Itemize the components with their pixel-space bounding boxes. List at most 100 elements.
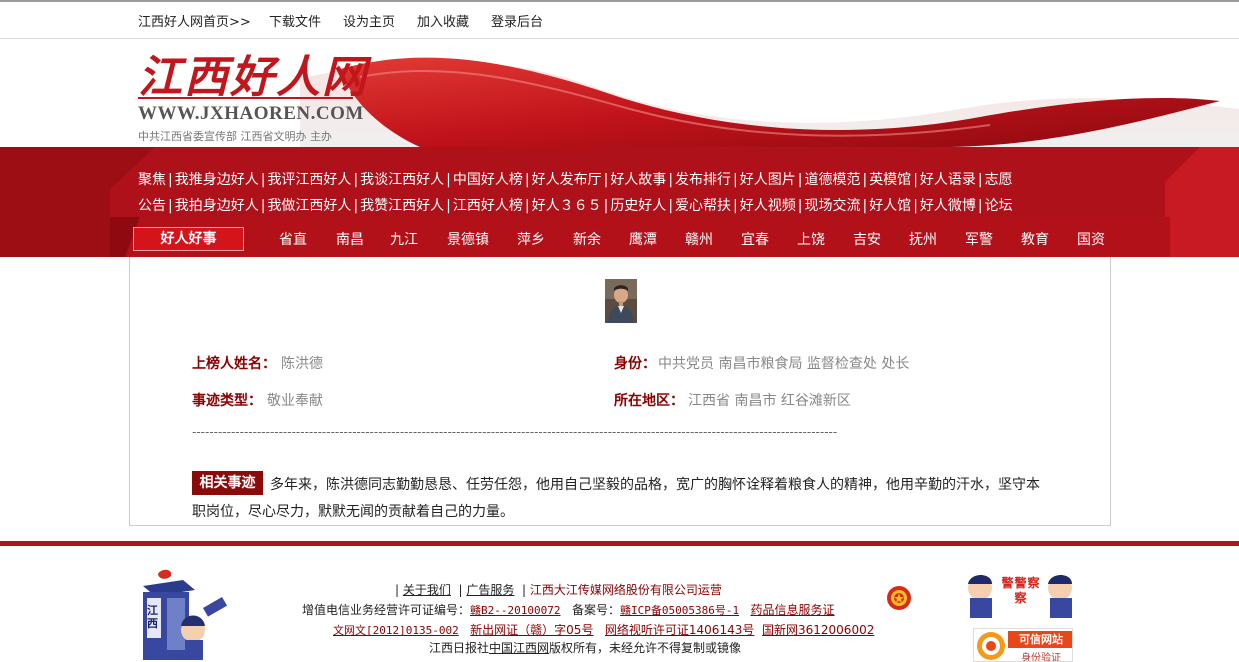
region-section-title: 好人好事 xyxy=(133,227,244,251)
region-label: 所在地区： xyxy=(614,393,684,409)
nav-separator: | xyxy=(446,198,451,214)
region-link[interactable]: 景德镇 xyxy=(447,229,489,249)
trusted-site-sub: 身份验证 xyxy=(1021,653,1061,662)
license-row-2: 文网文[2012]0135-002 新出网证（赣）字05号 网络视听许可证140… xyxy=(333,621,874,638)
nav-link[interactable]: 好人微博 xyxy=(920,198,976,214)
nav-link[interactable]: 好人馆 xyxy=(869,198,911,214)
nav-link[interactable]: 好人语录 xyxy=(920,172,976,188)
nav-link[interactable]: 我谈江西好人 xyxy=(360,172,444,188)
site-logo[interactable]: 江西好人网 xyxy=(138,41,368,105)
nav-link[interactable]: 江西好人榜 xyxy=(453,198,523,214)
admin-login-link[interactable]: 登录后台 xyxy=(491,11,543,30)
top-bar: 江西好人网首页>> 下载文件 设为主页 加入收藏 登录后台 xyxy=(0,0,1239,39)
site-footer: 江西 | 关于我们 | 广告服务 | 江西大江传媒网络股份有限公司运营 增值电信… xyxy=(0,546,1239,662)
nav-link[interactable]: 论坛 xyxy=(985,198,1013,214)
region-link[interactable]: 萍乡 xyxy=(517,229,545,249)
nav-link[interactable]: 我赞江西好人 xyxy=(360,198,444,214)
download-link[interactable]: 下载文件 xyxy=(269,11,321,30)
nav-link[interactable]: 英模馆 xyxy=(869,172,911,188)
telecom-license-link[interactable]: 赣B2--20100072 xyxy=(470,604,560,617)
nav-separator: | xyxy=(668,198,674,214)
emblem-icon[interactable] xyxy=(886,584,912,612)
license-row: 增值电信业务经营许可证编号：赣B2--20100072 备案号：赣ICP备050… xyxy=(302,601,835,618)
region-link[interactable]: 教育 xyxy=(1021,229,1049,249)
identity-label: 身份： xyxy=(614,356,656,372)
news-license-link[interactable]: 新出网证（赣）字05号 xyxy=(470,623,593,637)
region-link[interactable]: 九江 xyxy=(390,229,418,249)
person-name: 陈洪德 xyxy=(281,356,323,372)
trusted-site-badge[interactable]: 可信网站 身份验证 xyxy=(973,628,1073,662)
region-link[interactable]: 宜春 xyxy=(741,229,769,249)
home-link[interactable]: 江西好人网首页>> xyxy=(138,11,251,30)
region-link[interactable]: 上饶 xyxy=(797,229,825,249)
nav-link[interactable]: 好人图片 xyxy=(740,172,796,188)
nav-link[interactable]: 爱心帮扶 xyxy=(675,198,731,214)
region-link[interactable]: 省直 xyxy=(279,229,307,249)
av-license-link[interactable]: 网络视听许可证1406143号 xyxy=(605,623,754,637)
region-link[interactable]: 鹰潭 xyxy=(629,229,657,249)
nav-link[interactable]: 道德模范 xyxy=(804,172,860,188)
police-box-label: 江西 xyxy=(147,604,158,630)
nav-link[interactable]: 发布排行 xyxy=(675,172,731,188)
nav-link[interactable]: 我评江西好人 xyxy=(267,172,351,188)
nav-link[interactable]: 我做江西好人 xyxy=(267,198,351,214)
nav-link[interactable]: 好人发布厅 xyxy=(532,172,602,188)
nav-link[interactable]: 好人３６５ xyxy=(532,198,602,214)
nav-link[interactable]: 好人故事 xyxy=(610,172,666,188)
trusted-site-title: 可信网站 xyxy=(1008,631,1072,648)
nav-separator: | xyxy=(353,172,359,188)
region-link[interactable]: 新余 xyxy=(573,229,601,249)
nav-link[interactable]: 志愿 xyxy=(985,172,1013,188)
trusted-site-icon xyxy=(977,632,1005,660)
icp-record-link[interactable]: 赣ICP备05005386号-1 xyxy=(620,604,739,617)
nav-row-1: 聚焦 | 我推身边好人 | 我评江西好人 | 我谈江西好人 | 中国好人榜 | 好人发布厅 | 好人故事… xyxy=(138,169,1013,189)
gov-license-link[interactable]: 国新网3612006002 xyxy=(762,623,874,637)
about-us-link[interactable]: 关于我们 xyxy=(403,583,451,597)
nav-separator: | xyxy=(913,198,918,214)
region-link[interactable]: 国资 xyxy=(1077,229,1105,249)
nav-separator: | xyxy=(862,198,868,214)
logo-divider xyxy=(138,97,353,99)
police-label: 警警察察 xyxy=(1001,576,1041,605)
nav-separator: | xyxy=(977,198,983,214)
drug-info-link[interactable]: 药品信息服务证 xyxy=(751,603,835,617)
culture-license-link[interactable]: 文网文[2012]0135-002 xyxy=(333,624,459,637)
nav-separator: | xyxy=(797,172,803,188)
license-prefix: 增值电信业务经营许可证编号： xyxy=(302,603,471,617)
region-link[interactable]: 军警 xyxy=(965,229,993,249)
logo-url: WWW.JXHAOREN.COM xyxy=(138,103,364,124)
sponsor-text: 中共江西省委宣传部 江西省文明办 主办 xyxy=(138,130,332,143)
nav-link[interactable]: 我推身边好人 xyxy=(175,172,259,188)
nav-link[interactable]: 聚焦 xyxy=(138,172,166,188)
region-link[interactable]: 抚州 xyxy=(909,229,937,249)
person-identity: 中共党员 南昌市粮食局 监督检查处 处长 xyxy=(658,356,910,372)
copyright-prefix: 江西日报社 xyxy=(429,641,490,655)
nav-separator: | xyxy=(913,172,918,188)
nav-link[interactable]: 中国好人榜 xyxy=(453,172,523,188)
copyright-row: 江西日报社中国江西网版权所有，未经允许不得复制或镜像 xyxy=(429,639,741,656)
nav-link[interactable]: 我拍身边好人 xyxy=(175,198,259,214)
nav-separator: | xyxy=(260,198,266,214)
nav-link[interactable]: 好人视频 xyxy=(740,198,796,214)
deed-type: 敬业奉献 xyxy=(267,393,323,409)
nav-link[interactable]: 公告 xyxy=(138,198,166,214)
region-link[interactable]: 吉安 xyxy=(853,229,881,249)
nav-separator: | xyxy=(668,172,674,188)
add-favorite-link[interactable]: 加入收藏 xyxy=(417,11,469,30)
nav-row-2: 公告 | 我拍身边好人 | 我做江西好人 | 我赞江西好人 | 江西好人榜 | 好人３６５ | 历史好人… xyxy=(138,195,1013,215)
set-homepage-link[interactable]: 设为主页 xyxy=(343,11,395,30)
nav-separator: | xyxy=(353,198,359,214)
nav-link[interactable]: 现场交流 xyxy=(804,198,860,214)
nav-separator: | xyxy=(524,198,530,214)
copyright-site-link[interactable]: 中国江西网 xyxy=(489,641,549,655)
nav-separator: | xyxy=(603,172,609,188)
dashed-divider: ----------------------------------------… xyxy=(192,425,838,439)
story-tag: 相关事迹 xyxy=(192,471,263,495)
person-photo xyxy=(605,279,637,323)
ad-service-link[interactable]: 广告服务 xyxy=(466,583,514,597)
region-link[interactable]: 南昌 xyxy=(336,229,364,249)
nav-separator: | xyxy=(524,172,530,188)
nav-link[interactable]: 历史好人 xyxy=(610,198,666,214)
region-link[interactable]: 赣州 xyxy=(685,229,713,249)
nav-separator: | xyxy=(260,172,266,188)
